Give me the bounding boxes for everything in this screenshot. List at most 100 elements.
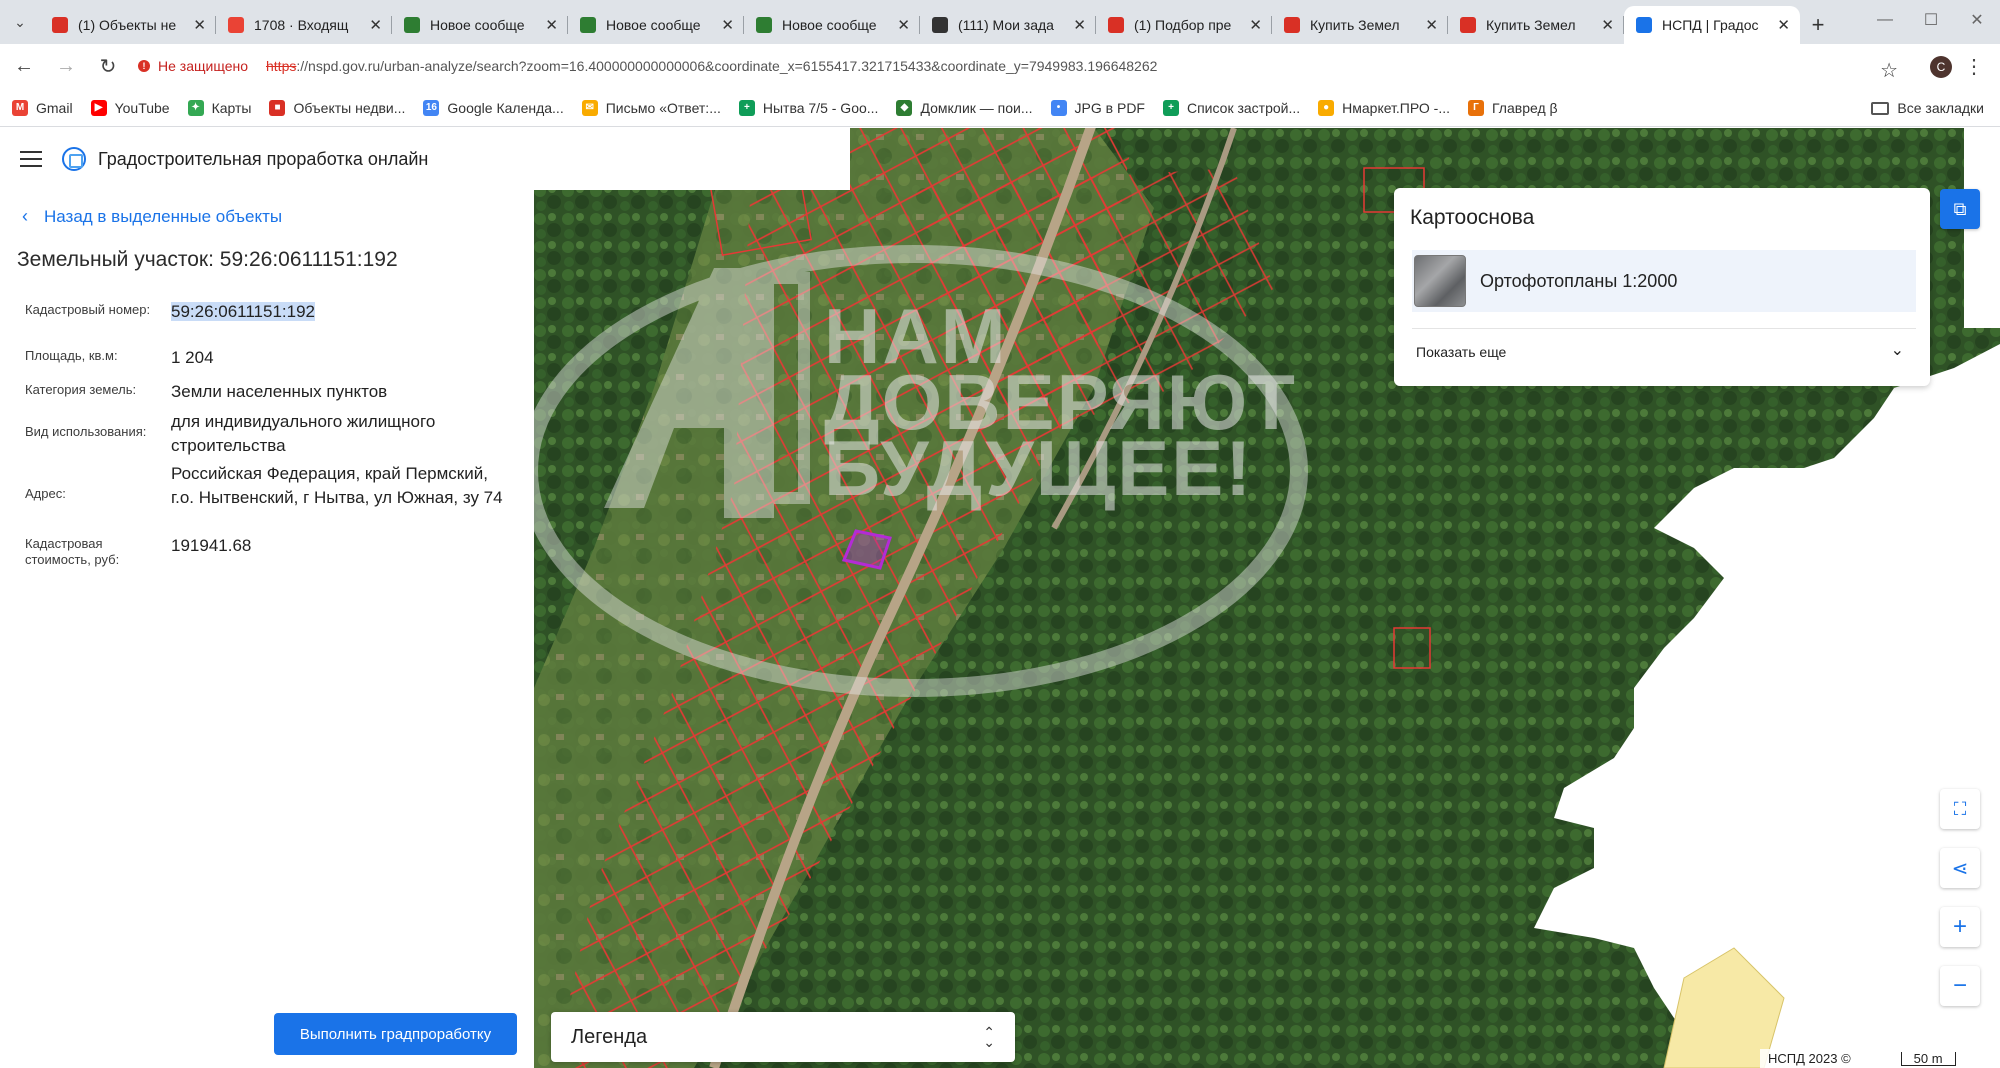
browser-tab[interactable]: Новое сообще ✕ [392, 6, 568, 44]
tab-close-icon[interactable]: ✕ [1777, 16, 1790, 34]
browser-tab[interactable]: (1) Подбор пре ✕ [1096, 6, 1272, 44]
tab-close-icon[interactable]: ✕ [193, 16, 206, 34]
minimize-icon[interactable]: — [1862, 0, 1908, 40]
basemap-thumbnail [1414, 255, 1466, 307]
property-label: Вид использования: [25, 424, 147, 439]
reload-icon[interactable]: ↻ [90, 49, 126, 85]
close-window-icon[interactable]: ✕ [1954, 0, 2000, 40]
zoom-in-icon[interactable]: + [1940, 907, 1980, 947]
bookmark-item[interactable]: 16 Google Календа... [423, 99, 564, 116]
bookmark-favicon-icon: ◆ [896, 99, 913, 116]
chevron-left-icon: ‹ [22, 206, 28, 226]
bookmark-item[interactable]: ▶ YouTube [90, 99, 170, 116]
tab-close-icon[interactable]: ✕ [1249, 16, 1262, 34]
browser-tab[interactable]: Новое сообще ✕ [568, 6, 744, 44]
forward-arrow-icon[interactable]: → [48, 49, 84, 85]
security-indicator[interactable]: ! Не защищено [138, 58, 248, 74]
legend-dropdown[interactable]: Легенда ⌃ ⌄ [551, 1012, 1015, 1062]
chevron-down-icon[interactable]: ⌄ [1891, 340, 1904, 360]
omnibox[interactable]: ! Не защищено https://nspd.gov.ru/urban-… [122, 48, 1962, 84]
select-area-icon[interactable]: ⛶ [1940, 789, 1980, 829]
property-row: Категория земель: Земли населенных пункто… [25, 380, 515, 404]
browser-tab[interactable]: Купить Земел ✕ [1272, 6, 1448, 44]
tab-close-icon[interactable]: ✕ [1425, 16, 1438, 34]
property-row: Адрес: Российская Федерация, край Пермски… [25, 462, 515, 510]
zoom-out-icon[interactable]: − [1940, 966, 1980, 1006]
property-label: Кадастровый номер: [25, 302, 151, 317]
show-more-link[interactable]: Показать еще [1416, 344, 1506, 360]
browser-tab[interactable]: Новое сообще ✕ [744, 6, 920, 44]
browser-tab[interactable]: Купить Земел ✕ [1448, 6, 1624, 44]
profile-avatar[interactable]: С [1930, 56, 1952, 78]
tab-favicon-icon [1284, 17, 1300, 33]
object-title: Земельный участок: 59:26:0611151:192 [17, 248, 398, 271]
tab-close-icon[interactable]: ✕ [897, 16, 910, 34]
property-value: 1 204 [171, 346, 515, 370]
bookmark-label: Карты [211, 99, 252, 116]
tab-close-icon[interactable]: ✕ [721, 16, 734, 34]
run-analysis-button[interactable]: Выполнить градпроработку [274, 1013, 517, 1055]
property-row: Кадастровый номер: 59:26:0611151:192 [25, 300, 515, 324]
bookmark-item[interactable]: ✉ Письмо «Ответ:... [581, 99, 721, 116]
new-tab-button[interactable]: + [1800, 6, 1836, 44]
back-to-selection-link[interactable]: ‹ Назад в выделенные объекты [22, 206, 282, 227]
app-root: НАМ ДОВЕРЯЮТ БУДУЩЕЕ! ‹ Назад в выделенные… [0, 128, 2000, 1068]
share-icon[interactable]: ⋖ [1940, 848, 1980, 888]
scale-bar: 50 m [1900, 1051, 1956, 1066]
bookmark-item[interactable]: ■ Объекты недви... [269, 99, 405, 116]
bookmark-favicon-icon: 16 [423, 99, 440, 116]
bookmark-item[interactable]: ✦ Карты [187, 99, 252, 116]
bookmark-favicon-icon: + [1162, 99, 1179, 116]
bookmark-label: Письмо «Ответ:... [605, 99, 721, 116]
bookmark-label: Нытва 7/5 - Goo... [762, 99, 879, 116]
basemap-option-orthophoto[interactable]: Ортофотопланы 1:2000 [1412, 250, 1916, 312]
menu-icon[interactable] [20, 151, 42, 167]
tab-title: Новое сообще [430, 17, 525, 33]
address-bar-row: ← → ↻ ! Не защищено https://nspd.gov.ru/… [0, 44, 2000, 89]
property-value: Земли населенных пунктов [171, 380, 515, 404]
bookmark-favicon-icon: ✉ [581, 99, 598, 116]
browser-tab[interactable]: 1708 · Входящ ✕ [216, 6, 392, 44]
back-arrow-icon[interactable]: ← [6, 49, 42, 85]
property-value-text: 191941.68 [171, 536, 252, 555]
tab-title: Купить Земел [1310, 17, 1400, 33]
watermark-line: БУДУЩЕЕ! [824, 424, 1254, 512]
tab-close-icon[interactable]: ✕ [545, 16, 558, 34]
url-text[interactable]: https://nspd.gov.ru/urban-analyze/search… [266, 58, 1157, 74]
bookmark-label: YouTube [114, 99, 170, 116]
bookmark-item[interactable]: M Gmail [12, 99, 73, 116]
tab-search-icon[interactable]: ⌄ [0, 0, 40, 44]
bookmark-star-icon[interactable]: ☆ [1880, 58, 1898, 83]
bookmark-favicon-icon: ■ [269, 99, 286, 116]
browser-menu-icon[interactable]: ⋮ [1964, 54, 1984, 79]
legend-label: Легенда [571, 1025, 648, 1048]
url-path: ://nspd.gov.ru/urban-analyze/search?zoom… [296, 58, 1158, 74]
all-bookmarks-button[interactable]: Все закладки [1871, 89, 1984, 127]
tab-favicon-icon [932, 17, 948, 33]
app-header: Градостроительная проработка онлайн [0, 128, 850, 190]
bookmark-item[interactable]: • JPG в PDF [1050, 99, 1145, 116]
back-label: Назад в выделенные объекты [44, 206, 283, 226]
maximize-icon[interactable]: ☐ [1908, 0, 1954, 40]
watermark-text: НАМ ДОВЕРЯЮТ БУДУЩЕЕ! [824, 297, 1297, 512]
browser-tab[interactable]: (111) Мои зада ✕ [920, 6, 1096, 44]
browser-tab[interactable]: (1) Объекты не ✕ [40, 6, 216, 44]
bookmark-item[interactable]: + Нытва 7/5 - Goo... [738, 99, 879, 116]
bookmark-favicon-icon: • [1050, 99, 1067, 116]
property-row: Вид использования: для индивидуального жи… [25, 410, 515, 458]
bookmark-favicon-icon: M [12, 99, 28, 116]
browser-tab[interactable]: НСПД | Градос ✕ [1624, 6, 1800, 44]
tab-favicon-icon [1460, 17, 1476, 33]
property-label: Кадастровая стоимость, руб: [25, 536, 120, 567]
tab-strip: (1) Объекты не ✕ 1708 · Входящ ✕ Новое сообщ… [40, 6, 1800, 44]
bookmark-item[interactable]: + Список застрой... [1162, 99, 1300, 116]
property-row: Площадь, кв.м: 1 204 [25, 346, 515, 370]
tab-close-icon[interactable]: ✕ [369, 16, 382, 34]
layers-icon[interactable]: ⧉ [1940, 189, 1980, 229]
property-value-text: 59:26:0611151:192 [171, 302, 316, 321]
bookmark-item[interactable]: ◆ Домклик — пои... [896, 99, 1033, 116]
tab-close-icon[interactable]: ✕ [1601, 16, 1614, 34]
bookmark-item[interactable]: Г Главред β [1468, 99, 1558, 116]
bookmark-item[interactable]: ● Нмаркет.ПРО -... [1318, 99, 1450, 116]
tab-close-icon[interactable]: ✕ [1073, 16, 1086, 34]
